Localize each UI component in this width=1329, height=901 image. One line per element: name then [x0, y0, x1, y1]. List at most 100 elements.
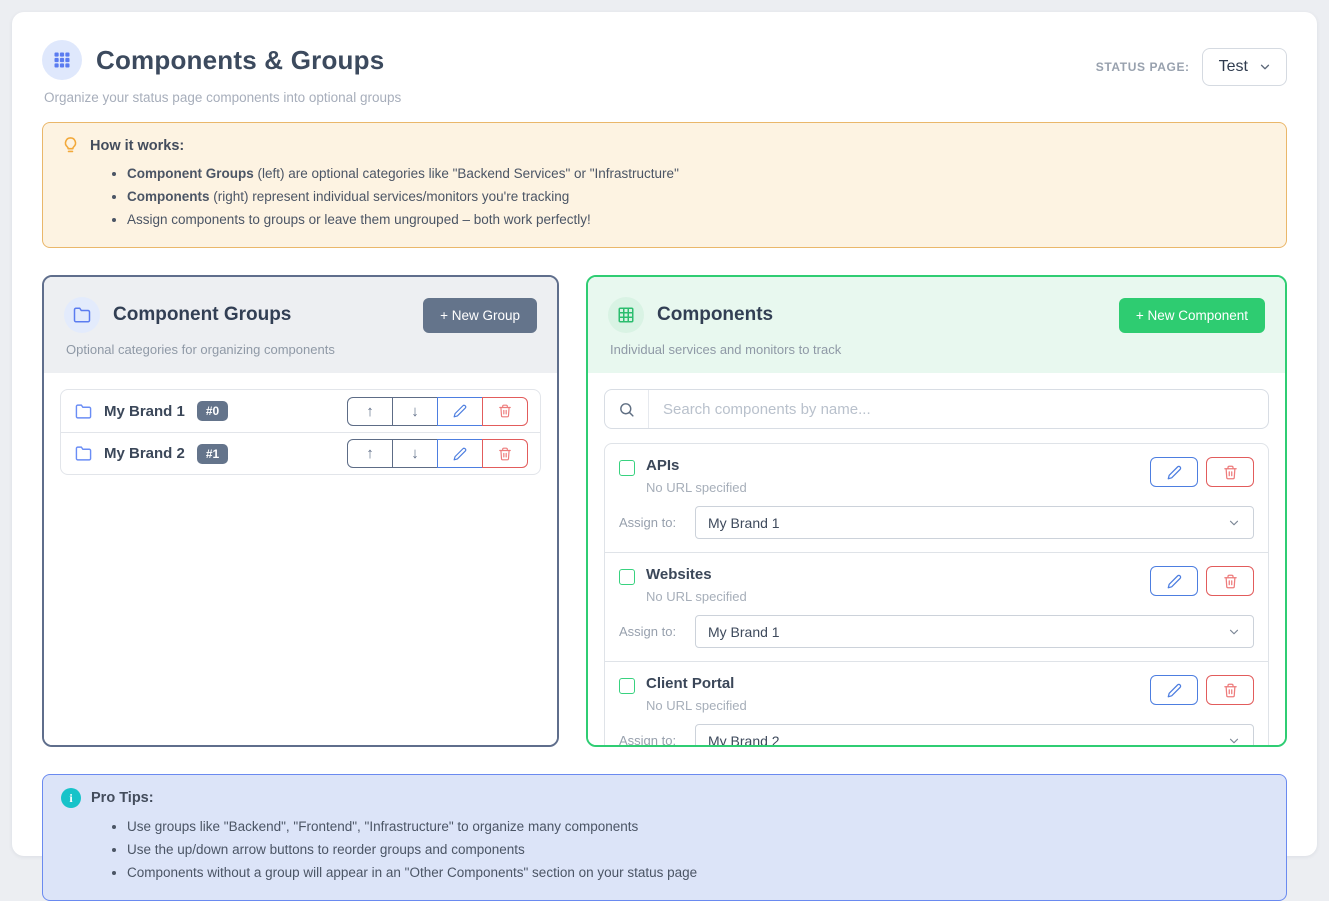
component-name: APIs	[646, 457, 747, 474]
delete-group-button[interactable]	[482, 397, 528, 426]
chevron-down-icon	[1227, 516, 1241, 530]
pro-tips-box: i Pro Tips: Use groups like "Backend", "…	[42, 774, 1287, 901]
how-it-works-item: Components (right) represent individual …	[127, 185, 1268, 208]
component-search	[604, 389, 1269, 429]
arrow-down-icon: ↓	[411, 445, 419, 462]
status-page-select[interactable]: Test	[1202, 48, 1287, 86]
component-url-note: No URL specified	[646, 698, 747, 713]
move-up-button[interactable]: ↑	[347, 397, 393, 426]
groups-panel-subtitle: Optional categories for organizing compo…	[66, 342, 537, 357]
search-icon	[605, 390, 649, 428]
assign-group-select[interactable]: My Brand 2	[695, 724, 1254, 745]
components-panel-subtitle: Individual services and monitors to trac…	[610, 342, 1265, 357]
pro-tip-item: Use the up/down arrow buttons to reorder…	[127, 838, 1268, 861]
edit-component-button[interactable]	[1150, 457, 1198, 487]
component-row: Client Portal No URL specified	[605, 661, 1268, 745]
component-row: APIs No URL specified	[605, 444, 1268, 552]
move-up-button[interactable]: ↑	[347, 439, 393, 468]
delete-group-button[interactable]	[482, 439, 528, 468]
info-icon: i	[61, 788, 81, 808]
delete-component-button[interactable]	[1206, 457, 1254, 487]
chevron-down-icon	[1227, 625, 1241, 639]
components-panel: Components + New Component Individual se…	[586, 275, 1287, 747]
edit-group-button[interactable]	[437, 439, 483, 468]
move-down-button[interactable]: ↓	[392, 439, 438, 468]
page-heading-block: Components & Groups Organize your status…	[42, 40, 401, 105]
components-grid-icon	[42, 40, 82, 80]
group-name: My Brand 2	[104, 445, 185, 462]
assign-to-label: Assign to:	[619, 733, 695, 745]
assign-to-label: Assign to:	[619, 624, 695, 639]
components-panel-header: Components + New Component Individual se…	[588, 277, 1285, 373]
folder-icon	[75, 445, 92, 462]
new-component-button[interactable]: + New Component	[1119, 298, 1265, 333]
folder-icon	[75, 403, 92, 420]
chevron-down-icon	[1227, 734, 1241, 746]
edit-component-button[interactable]	[1150, 566, 1198, 596]
lightbulb-icon	[61, 136, 80, 155]
main-card: Components & Groups Organize your status…	[12, 12, 1317, 856]
arrow-up-icon: ↑	[366, 403, 374, 420]
pencil-icon	[1167, 683, 1182, 698]
group-order-badge: #1	[197, 444, 228, 464]
component-checkbox[interactable]	[619, 569, 635, 585]
trash-icon	[1223, 683, 1238, 698]
assign-group-select[interactable]: My Brand 1	[695, 506, 1254, 539]
component-name: Client Portal	[646, 675, 747, 692]
assigned-group-value: My Brand 1	[708, 515, 780, 531]
how-it-works-title: How it works:	[90, 138, 184, 154]
groups-panel-body: My Brand 1 #0 ↑ ↓	[44, 373, 557, 745]
components-panel-title: Components	[657, 304, 1106, 326]
trash-icon	[498, 447, 512, 461]
group-row: My Brand 2 #1 ↑ ↓	[61, 432, 540, 474]
assign-group-select[interactable]: My Brand 1	[695, 615, 1254, 648]
component-checkbox[interactable]	[619, 460, 635, 476]
delete-component-button[interactable]	[1206, 675, 1254, 705]
edit-group-button[interactable]	[437, 397, 483, 426]
pro-tips-list: Use groups like "Backend", "Frontend", "…	[61, 815, 1268, 884]
status-page-selector: STATUS PAGE: Test	[1096, 48, 1287, 86]
component-name: Websites	[646, 566, 747, 583]
move-down-button[interactable]: ↓	[392, 397, 438, 426]
pro-tip-item: Use groups like "Backend", "Frontend", "…	[127, 815, 1268, 838]
component-url-note: No URL specified	[646, 589, 747, 604]
delete-component-button[interactable]	[1206, 566, 1254, 596]
component-checkbox[interactable]	[619, 678, 635, 694]
pencil-icon	[453, 404, 467, 418]
group-actions: ↑ ↓	[347, 397, 528, 426]
assigned-group-value: My Brand 2	[708, 733, 780, 746]
component-row: Websites No URL specified	[605, 552, 1268, 661]
how-it-works-box: How it works: Component Groups (left) ar…	[42, 122, 1287, 248]
folder-icon	[64, 297, 100, 333]
groups-panel-header: Component Groups + New Group Optional ca…	[44, 277, 557, 373]
assign-to-label: Assign to:	[619, 515, 695, 530]
how-it-works-list: Component Groups (left) are optional cat…	[61, 162, 1268, 231]
groups-list: My Brand 1 #0 ↑ ↓	[60, 389, 541, 475]
new-group-button[interactable]: + New Group	[423, 298, 537, 333]
pro-tips-title: Pro Tips:	[91, 790, 154, 806]
search-input[interactable]	[649, 390, 1268, 428]
trash-icon	[1223, 574, 1238, 589]
trash-icon	[1223, 465, 1238, 480]
group-actions: ↑ ↓	[347, 439, 528, 468]
group-name: My Brand 1	[104, 403, 185, 420]
page-header: Components & Groups Organize your status…	[28, 28, 1301, 105]
components-list: APIs No URL specified	[604, 443, 1269, 745]
how-it-works-item: Assign components to groups or leave the…	[127, 208, 1268, 231]
pencil-icon	[1167, 574, 1182, 589]
page-title: Components & Groups	[96, 45, 384, 76]
assigned-group-value: My Brand 1	[708, 624, 780, 640]
grid-icon	[608, 297, 644, 333]
pencil-icon	[1167, 465, 1182, 480]
how-it-works-item: Component Groups (left) are optional cat…	[127, 162, 1268, 185]
pencil-icon	[453, 447, 467, 461]
chevron-down-icon	[1258, 60, 1272, 74]
groups-panel-title: Component Groups	[113, 304, 410, 326]
status-page-label: STATUS PAGE:	[1096, 60, 1190, 74]
group-row: My Brand 1 #0 ↑ ↓	[61, 390, 540, 432]
arrow-up-icon: ↑	[366, 445, 374, 462]
component-url-note: No URL specified	[646, 480, 747, 495]
group-order-badge: #0	[197, 401, 228, 421]
edit-component-button[interactable]	[1150, 675, 1198, 705]
page-subtitle: Organize your status page components int…	[44, 90, 401, 105]
